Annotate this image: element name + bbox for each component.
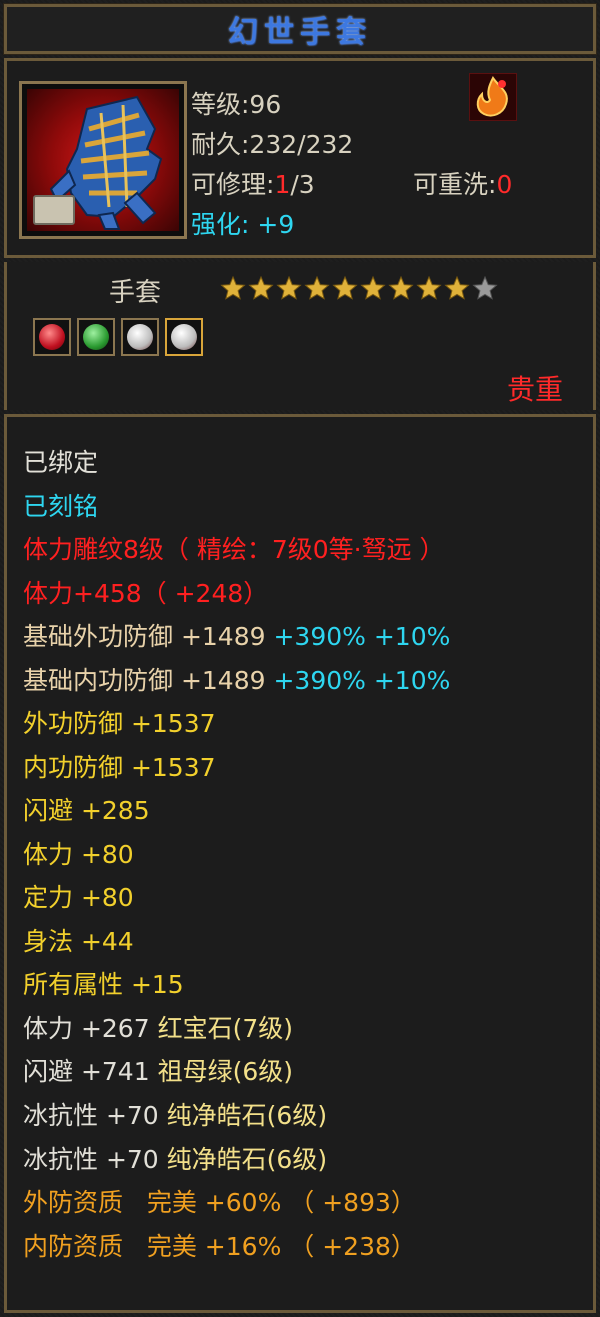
- flame-skill-icon: [469, 73, 517, 121]
- gem3-name: 纯净皓石(6级): [166, 1101, 328, 1130]
- item-icon-frame: [19, 81, 187, 239]
- star-filled-icon: [444, 275, 470, 300]
- base-ext-def-attr: 基础外功防御 +1489 +390% +10%: [23, 621, 450, 653]
- item-tooltip: 幻世手套 等级:96 耐久:232/232 可修理:1/3 可重洗:0 强化: …: [0, 0, 600, 1317]
- enhance-value: +9: [257, 210, 295, 239]
- rewash-label: 可重洗:: [413, 170, 497, 199]
- star-filled-icon: [248, 275, 274, 300]
- repair-total: /3: [290, 170, 315, 199]
- gem1-stat: 体力 +267: [23, 1014, 150, 1043]
- gem4-name: 纯净皓石(6级): [166, 1145, 328, 1174]
- enhance-label: 强化:: [191, 210, 250, 239]
- gem2-stat: 闪避 +741: [23, 1057, 150, 1086]
- star-filled-icon: [220, 275, 246, 300]
- title-bar: 幻世手套: [3, 3, 597, 55]
- base-int-def-attr: 基础内功防御 +1489 +390% +10%: [23, 665, 450, 697]
- star-filled-icon: [388, 275, 414, 300]
- repair-current: 1: [274, 170, 291, 199]
- gloves-icon: [27, 89, 179, 231]
- base-ext-def-value: 基础外功防御 +1489: [23, 622, 266, 651]
- item-type-section: 手套 贵重: [4, 262, 596, 410]
- attribute-list: 已绑定 已刻铭 体力雕纹8级（ 精绘：7级0等·驽远 ） 体力+458（ +24…: [4, 414, 596, 1313]
- int-def-attr: 内功防御 +1537: [23, 753, 216, 782]
- item-level: 等级:96: [191, 90, 282, 119]
- item-type: 手套: [109, 278, 162, 308]
- agility-attr: 身法 +44: [23, 927, 134, 956]
- ext-def-attr: 外功防御 +1537: [23, 709, 216, 738]
- item-rewash: 可重洗:0: [413, 165, 512, 201]
- gem3-stat: 冰抗性 +70: [23, 1101, 159, 1130]
- int-quality-value: 完美 +16% （ +238）: [146, 1232, 416, 1261]
- base-ext-def-pct: +390%: [273, 622, 366, 651]
- ext-quality-label: 外防资质: [23, 1188, 124, 1217]
- item-rarity: 贵重: [506, 373, 563, 406]
- star-filled-icon: [416, 275, 442, 300]
- base-ext-def-extra: +10%: [373, 622, 451, 651]
- stamina-attr: 体力 +80: [23, 840, 134, 869]
- item-repair: 可修理:1/3: [191, 165, 315, 201]
- carving-attr: 体力雕纹8级（ 精绘：7级0等·驽远 ）: [23, 535, 445, 564]
- all-attr: 所有属性 +15: [23, 970, 184, 999]
- star-rating: [220, 275, 498, 300]
- repair-label: 可修理:: [191, 170, 275, 199]
- rewash-value: 0: [496, 170, 513, 199]
- bound-badge-icon: [33, 195, 75, 225]
- gem-slots: [33, 318, 203, 360]
- engraved-status: 已刻铭: [23, 492, 99, 521]
- item-durability: 耐久:232/232: [191, 130, 354, 159]
- white-gem-icon: [165, 318, 203, 356]
- ext-quality-attr: 外防资质 完美 +60% （ +893）: [23, 1187, 416, 1219]
- ruby-gem-icon: [33, 318, 71, 356]
- gem1-name: 红宝石(7级): [157, 1014, 293, 1043]
- focus-attr: 定力 +80: [23, 883, 134, 912]
- gem2-attr: 闪避 +741 祖母绿(6级): [23, 1056, 293, 1088]
- star-empty-icon: [472, 275, 498, 300]
- bound-status: 已绑定: [23, 448, 99, 477]
- gem4-stat: 冰抗性 +70: [23, 1145, 159, 1174]
- dodge-attr: 闪避 +285: [23, 796, 150, 825]
- white-gem-icon: [121, 318, 159, 356]
- base-int-def-extra: +10%: [373, 666, 451, 695]
- star-filled-icon: [332, 275, 358, 300]
- star-filled-icon: [360, 275, 386, 300]
- item-name: 幻世手套: [228, 15, 372, 50]
- gem1-attr: 体力 +267 红宝石(7级): [23, 1013, 293, 1045]
- star-filled-icon: [276, 275, 302, 300]
- item-header: 等级:96 耐久:232/232 可修理:1/3 可重洗:0 强化: +9: [4, 58, 596, 258]
- star-filled-icon: [304, 275, 330, 300]
- stamina-main-attr: 体力+458（ +248）: [23, 579, 269, 608]
- gem3-attr: 冰抗性 +70 纯净皓石(6级): [23, 1100, 327, 1132]
- item-enhance: 强化: +9: [191, 205, 294, 241]
- base-int-def-value: 基础内功防御 +1489: [23, 666, 266, 695]
- ext-quality-value: 完美 +60% （ +893）: [146, 1188, 416, 1217]
- gem4-attr: 冰抗性 +70 纯净皓石(6级): [23, 1144, 327, 1176]
- base-int-def-pct: +390%: [273, 666, 366, 695]
- int-quality-attr: 内防资质 完美 +16% （ +238）: [23, 1231, 416, 1263]
- emerald-gem-icon: [77, 318, 115, 356]
- int-quality-label: 内防资质: [23, 1232, 124, 1261]
- gem2-name: 祖母绿(6级): [157, 1057, 293, 1086]
